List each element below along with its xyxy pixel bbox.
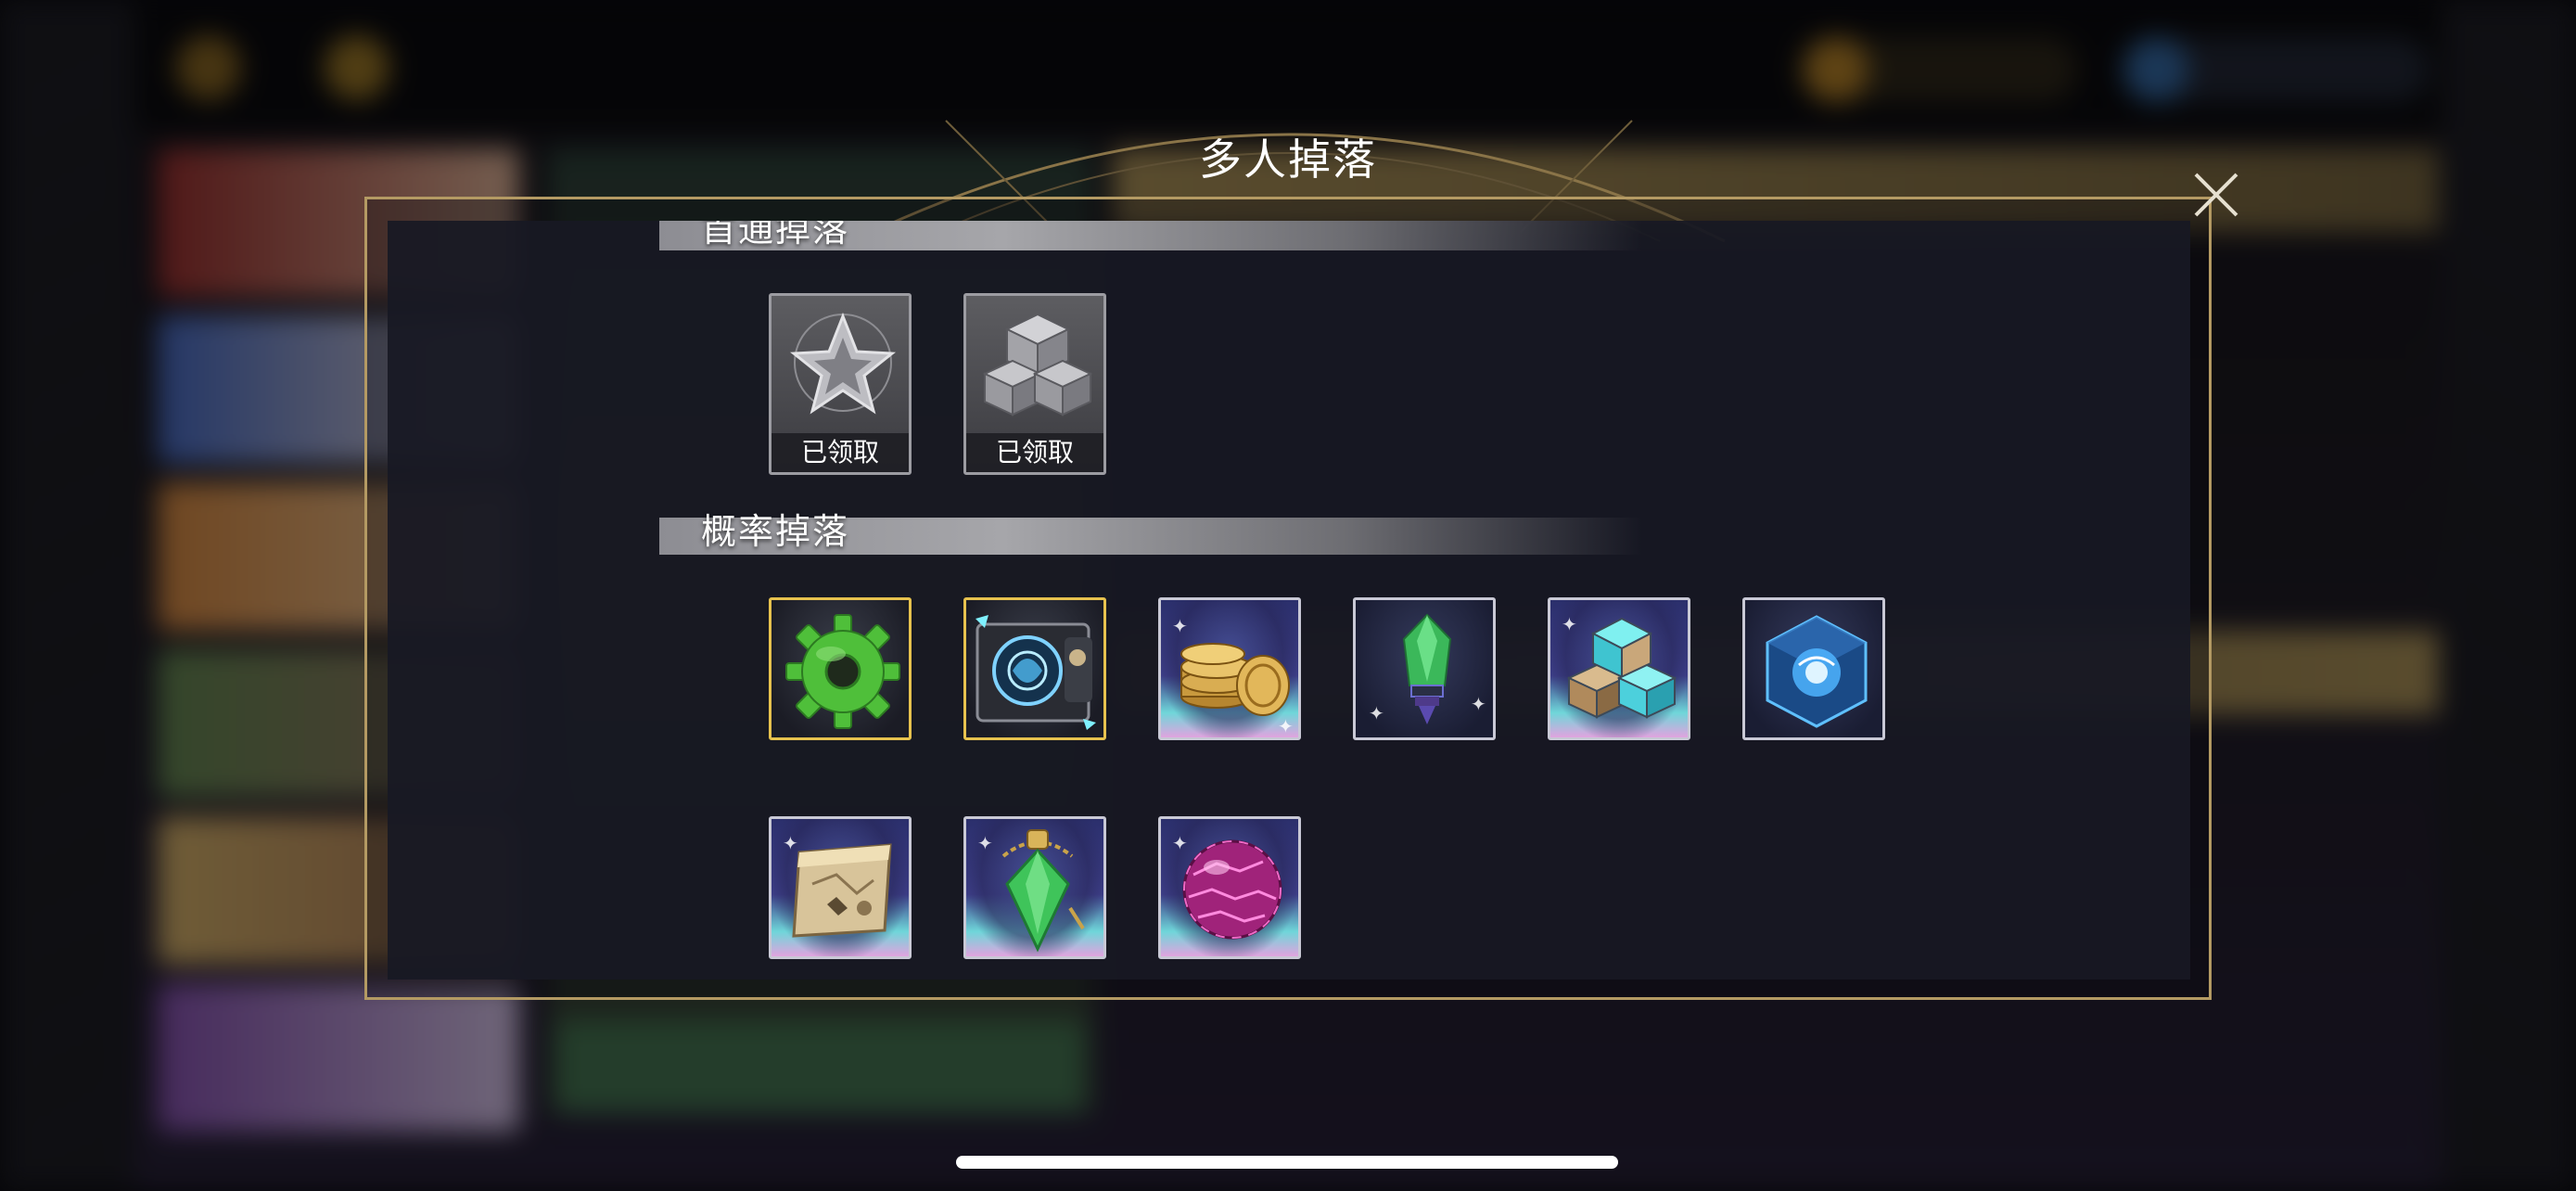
blue-portal-card-icon bbox=[976, 615, 1096, 730]
drop-list-panel[interactable]: 首通掉落 已领取 已领取 概率掉落 ✦ ✦ ✦ ✦ ✦ ✦ ✦ ✦ bbox=[388, 221, 2190, 980]
drop-item-green-gear[interactable] bbox=[769, 597, 912, 740]
sparkle-icon: ✦ bbox=[1471, 693, 1486, 715]
drop-item-gray-cubes[interactable]: 已领取 bbox=[963, 293, 1106, 475]
close-icon[interactable] bbox=[2188, 167, 2244, 223]
sparkle-icon: ✦ bbox=[1172, 832, 1188, 854]
sparkle-icon: ✦ bbox=[1172, 615, 1188, 637]
sparkle-icon: ✦ bbox=[783, 832, 798, 854]
drop-item-green-pendant[interactable]: ✦ bbox=[963, 816, 1106, 959]
section-title-first-drop: 首通掉落 bbox=[701, 221, 850, 250]
sparkle-icon: ✦ bbox=[1369, 702, 1384, 724]
sparkle-icon: ✦ bbox=[1278, 715, 1294, 737]
drop-item-silver-badge[interactable]: 已领取 bbox=[769, 293, 912, 475]
sparkle-icon: ✦ bbox=[1562, 613, 1577, 635]
drop-item-portal-card[interactable] bbox=[963, 597, 1106, 740]
gray-cubes-icon bbox=[982, 313, 1093, 416]
drop-item-teal-cubes[interactable]: ✦ bbox=[1548, 597, 1690, 740]
drop-item-green-crystal[interactable]: ✦ ✦ bbox=[1353, 597, 1496, 740]
drop-item-gold-coins[interactable]: ✦ ✦ bbox=[1158, 597, 1301, 740]
drop-item-pink-orb[interactable]: ✦ bbox=[1158, 816, 1301, 959]
claimed-label: 已领取 bbox=[966, 433, 1103, 472]
home-indicator[interactable] bbox=[956, 1156, 1618, 1169]
section-title-chance-drop: 概率掉落 bbox=[701, 511, 850, 552]
green-gear-icon bbox=[785, 614, 900, 729]
sparkle-icon: ✦ bbox=[977, 832, 993, 854]
blue-cube-core-icon bbox=[1766, 615, 1868, 728]
drop-item-scroll-map[interactable]: ✦ bbox=[769, 816, 912, 959]
drop-item-blue-cube-core[interactable] bbox=[1742, 597, 1885, 740]
claimed-label: 已领取 bbox=[772, 433, 909, 472]
silver-star-badge-icon bbox=[789, 312, 897, 415]
